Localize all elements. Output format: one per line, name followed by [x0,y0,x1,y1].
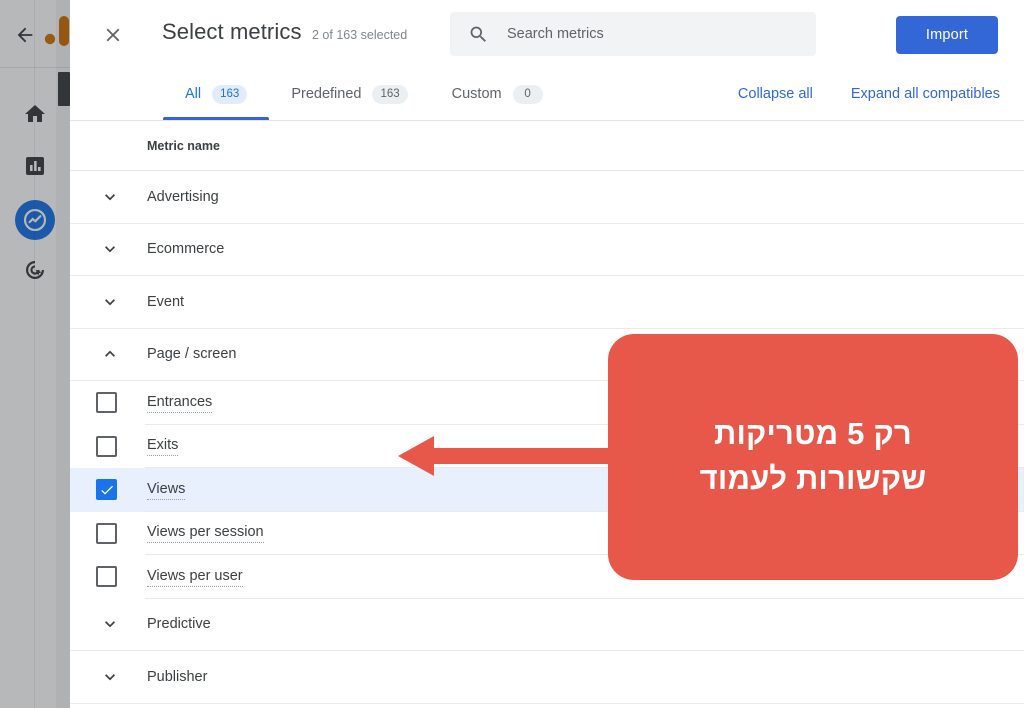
metric-item-label: Views [147,480,186,500]
callout-line-1: רק 5 מטריקות [714,416,912,452]
metric-item-label: Views per user [147,567,243,587]
tab-predefined[interactable]: Predefined 163 [269,68,429,120]
tab-custom-label: Custom [451,86,502,102]
metric-group-row[interactable]: Advertising [70,171,1024,224]
left-arrow-annotation [398,436,638,476]
selection-count-label: 2 of 163 selected [312,28,408,42]
tabs-row: All 163 Predefined 163 Custom 0 Collapse… [70,68,1024,121]
metric-item-label: Entrances [147,393,213,413]
explore-compass-icon [15,200,55,240]
scrollbar-thumb[interactable] [58,72,70,106]
metric-checkbox[interactable] [96,392,117,414]
tab-predefined-count: 163 [372,84,408,104]
tab-all[interactable]: All 163 [163,68,270,120]
app-rail [0,0,70,708]
chevron-up-icon[interactable] [100,344,120,364]
back-arrow-icon[interactable] [10,20,40,50]
bar-chart-icon [23,154,47,183]
metric-group-label: Advertising [147,188,219,205]
metric-group-row[interactable]: Ecommerce [70,223,1024,276]
home-icon [23,102,47,131]
metric-group-label: Ecommerce [147,241,225,258]
tab-custom-count: 0 [512,84,543,104]
metric-item-label: Exits [147,436,179,457]
callout-line-2: שקשורות לעמוד [699,461,927,496]
column-header-metric-name: Metric name [147,138,220,153]
expand-all-compatibles-link[interactable]: Expand all compatibles [851,86,1000,102]
metric-group-label: Predictive [147,616,211,633]
metric-checkbox[interactable] [96,566,117,588]
tab-all-label: All [185,86,202,102]
metric-checkbox[interactable] [96,435,117,457]
tab-predefined-label: Predefined [291,86,362,102]
table-header-row: Metric name [70,121,1024,171]
close-icon[interactable] [96,18,130,52]
metric-group-row[interactable]: Event [70,276,1024,329]
tab-active-underline [163,117,270,120]
collapse-all-link[interactable]: Collapse all [738,86,813,102]
metric-item-label: Views per session [147,523,264,544]
metric-group-row[interactable]: Predictive [70,598,1024,651]
search-icon [468,24,489,45]
page-scrollbar[interactable] [56,0,70,708]
chevron-down-icon[interactable] [100,239,120,259]
tab-actions: Collapse all Expand all compatibles [738,68,1000,120]
search-input[interactable] [507,26,816,42]
chevron-down-icon[interactable] [100,667,120,687]
tab-all-count: 163 [212,84,248,104]
advertising-target-icon [23,258,47,287]
metric-checkbox[interactable] [96,522,117,544]
chevron-down-icon[interactable] [100,187,120,207]
annotation-callout: רק 5 מטריקות שקשורות לעמוד [608,334,1018,580]
metric-checkbox[interactable] [96,479,117,501]
metric-group-label: Publisher [147,668,208,685]
chevron-down-icon[interactable] [100,614,120,634]
metric-group-row[interactable]: Publisher [70,651,1024,704]
import-button[interactable]: Import [896,16,998,54]
search-metrics-box[interactable] [450,12,816,56]
dialog-header: Select metrics 2 of 163 selected Import [70,0,1024,68]
metric-group-label: Page / screen [147,346,237,363]
metric-type-tabs: All 163 Predefined 163 Custom 0 [163,68,565,120]
screen-root: Select metrics 2 of 163 selected Import … [0,0,1024,708]
tab-custom[interactable]: Custom 0 [430,68,565,120]
page-title: Select metrics [162,19,302,44]
select-metrics-dialog: Select metrics 2 of 163 selected Import … [70,0,1024,708]
metric-group-label: Event [147,293,185,310]
chevron-down-icon[interactable] [100,292,120,312]
